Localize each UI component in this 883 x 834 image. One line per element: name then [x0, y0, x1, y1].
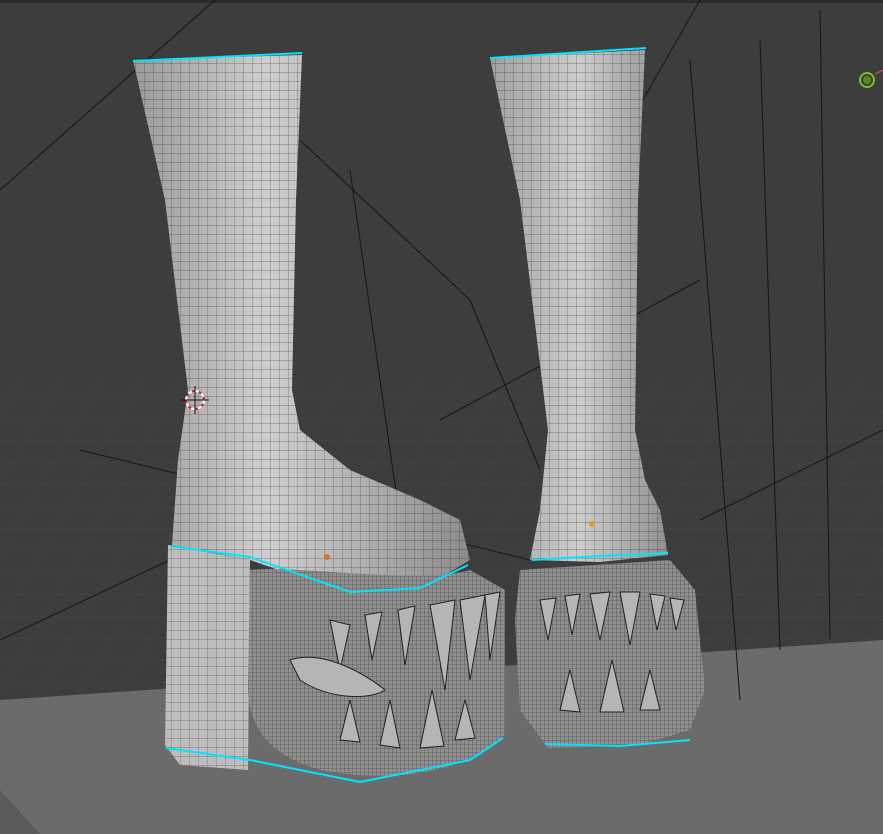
3d-viewport[interactable] — [0, 0, 883, 834]
origin-point-icon — [589, 521, 595, 527]
viewport-header-strip — [0, 0, 883, 3]
light-gizmo-icon[interactable] — [859, 69, 883, 88]
origin-point-icon — [324, 554, 330, 560]
